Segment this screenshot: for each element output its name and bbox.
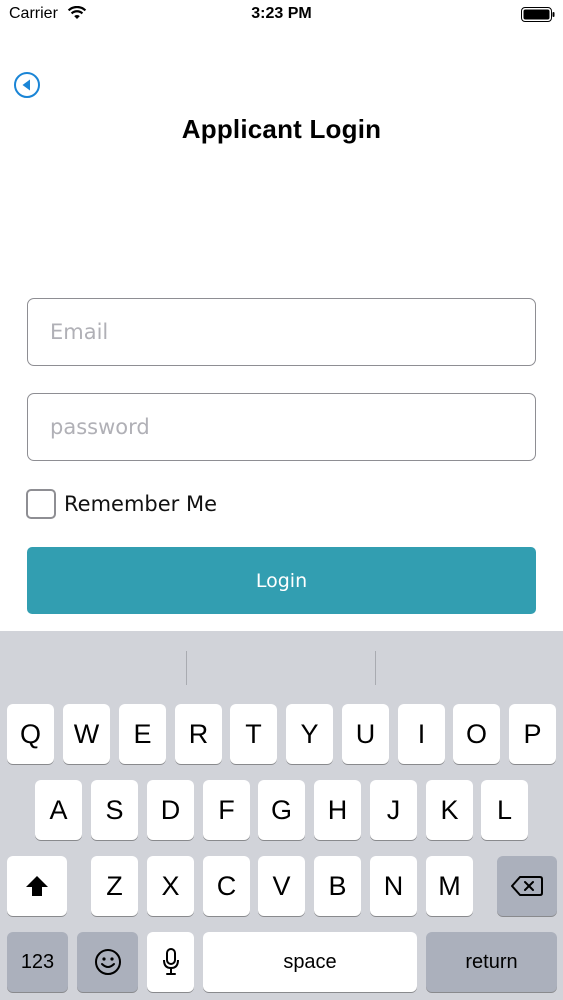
key-z[interactable]: Z bbox=[91, 856, 138, 916]
delete-key[interactable] bbox=[497, 856, 557, 916]
remember-me-option[interactable]: Remember Me bbox=[26, 489, 217, 519]
remember-me-checkbox[interactable] bbox=[26, 489, 56, 519]
login-button[interactable]: Login bbox=[27, 547, 536, 614]
key-c[interactable]: C bbox=[203, 856, 250, 916]
shift-key[interactable] bbox=[7, 856, 67, 916]
key-f[interactable]: F bbox=[203, 780, 250, 840]
key-d[interactable]: D bbox=[147, 780, 194, 840]
space-key[interactable]: space bbox=[203, 932, 417, 992]
key-b[interactable]: B bbox=[314, 856, 361, 916]
keyboard: Q W E R T Y U I O P A S D F G H J K L Z … bbox=[0, 631, 563, 1000]
key-y[interactable]: Y bbox=[286, 704, 333, 764]
key-p[interactable]: P bbox=[509, 704, 556, 764]
microphone-key[interactable] bbox=[147, 932, 194, 992]
microphone-icon bbox=[162, 948, 179, 975]
key-x[interactable]: X bbox=[147, 856, 194, 916]
remember-me-label: Remember Me bbox=[64, 492, 217, 516]
key-t[interactable]: T bbox=[230, 704, 277, 764]
key-q[interactable]: Q bbox=[7, 704, 54, 764]
key-h[interactable]: H bbox=[314, 780, 361, 840]
key-k[interactable]: K bbox=[426, 780, 473, 840]
back-icon[interactable] bbox=[13, 71, 41, 99]
delete-icon bbox=[511, 876, 543, 896]
return-key[interactable]: return bbox=[426, 932, 557, 992]
key-u[interactable]: U bbox=[342, 704, 389, 764]
page-title: Applicant Login bbox=[181, 114, 382, 144]
key-i[interactable]: I bbox=[398, 704, 445, 764]
key-s[interactable]: S bbox=[91, 780, 138, 840]
key-w[interactable]: W bbox=[63, 704, 110, 764]
emoji-key[interactable] bbox=[77, 932, 138, 992]
numbers-key[interactable]: 123 bbox=[7, 932, 68, 992]
key-n[interactable]: N bbox=[370, 856, 417, 916]
status-bar: Carrier 3:23 PM bbox=[0, 0, 563, 30]
shift-icon bbox=[26, 876, 48, 896]
email-field[interactable] bbox=[27, 298, 536, 366]
key-g[interactable]: G bbox=[258, 780, 305, 840]
suggestion-divider bbox=[375, 651, 376, 685]
password-field[interactable] bbox=[27, 393, 536, 461]
key-v[interactable]: V bbox=[258, 856, 305, 916]
status-time: 3:23 PM bbox=[251, 5, 312, 22]
key-o[interactable]: O bbox=[453, 704, 500, 764]
emoji-icon bbox=[94, 949, 121, 975]
key-j[interactable]: J bbox=[370, 780, 417, 840]
battery-icon bbox=[521, 7, 555, 22]
suggestion-divider bbox=[186, 651, 187, 685]
key-a[interactable]: A bbox=[35, 780, 82, 840]
key-e[interactable]: E bbox=[119, 704, 166, 764]
key-l[interactable]: L bbox=[481, 780, 528, 840]
key-r[interactable]: R bbox=[175, 704, 222, 764]
key-m[interactable]: M bbox=[426, 856, 473, 916]
